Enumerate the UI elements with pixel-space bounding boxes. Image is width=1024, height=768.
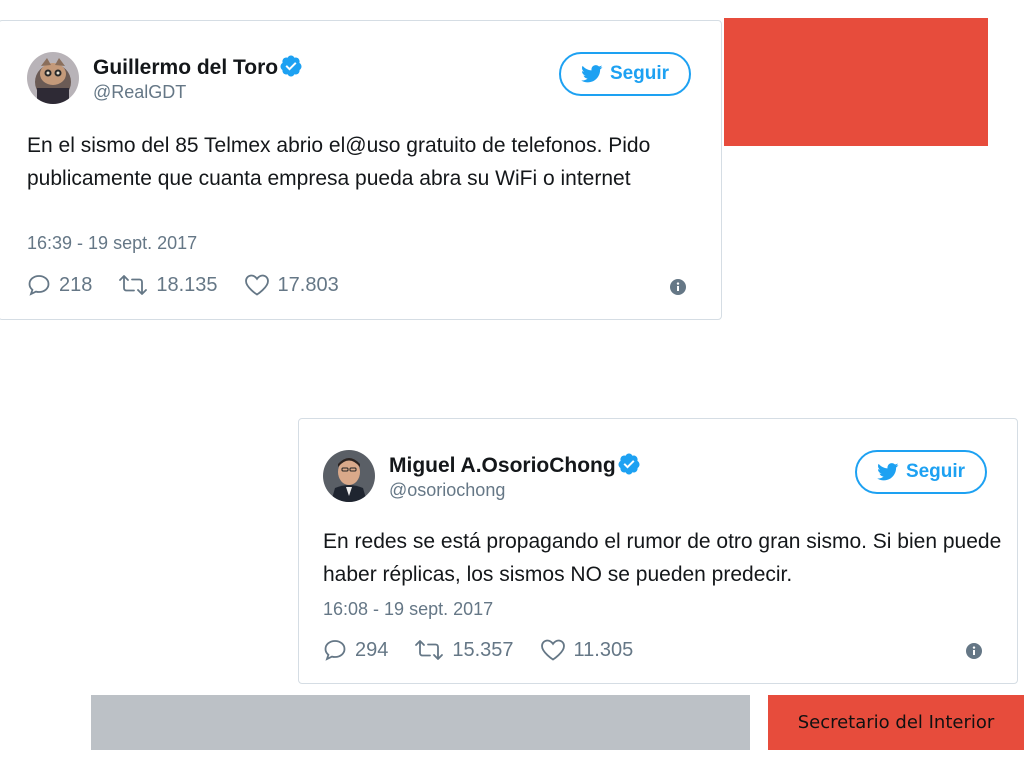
reply-icon bbox=[28, 275, 50, 296]
retweet-action[interactable]: 18.135 bbox=[118, 273, 218, 297]
info-icon[interactable] bbox=[670, 279, 686, 295]
like-count: 11.305 bbox=[573, 638, 634, 661]
reply-count: 218 bbox=[59, 273, 93, 296]
tweet-author: Miguel A.OsorioChong @osoriochong bbox=[389, 453, 641, 501]
tweet-actions: 294 15.357 11.305 bbox=[323, 638, 659, 662]
author-display-name[interactable]: Miguel A.OsorioChong bbox=[389, 454, 616, 478]
author-handle[interactable]: @RealGDT bbox=[93, 82, 303, 103]
info-icon[interactable] bbox=[966, 643, 982, 659]
follow-button[interactable]: Seguir bbox=[855, 450, 987, 494]
like-action[interactable]: 17.803 bbox=[244, 273, 339, 297]
tweet-text: En el sismo del 85 Telmex abrio el@uso g… bbox=[27, 134, 651, 190]
verified-badge-icon bbox=[618, 453, 640, 475]
retweet-count: 15.357 bbox=[452, 638, 514, 661]
retweet-action[interactable]: 15.357 bbox=[414, 638, 514, 662]
follow-label: Seguir bbox=[609, 63, 670, 84]
verified-badge-icon bbox=[280, 55, 302, 77]
tweet-timestamp[interactable]: 16:39 - 19 sept. 2017 bbox=[27, 233, 197, 254]
caption-text: Secretario del Interior bbox=[797, 712, 995, 733]
tweet-card-osoriochong: Miguel A.OsorioChong @osoriochong Seguir… bbox=[298, 418, 1018, 684]
twitter-bird-icon bbox=[877, 463, 899, 481]
avatar[interactable] bbox=[27, 52, 79, 104]
reply-icon bbox=[324, 640, 346, 661]
retweet-count: 18.135 bbox=[156, 273, 218, 296]
author-handle[interactable]: @osoriochong bbox=[389, 480, 641, 501]
like-action[interactable]: 11.305 bbox=[540, 638, 634, 662]
like-count: 17.803 bbox=[277, 273, 339, 296]
reply-action[interactable]: 218 bbox=[27, 273, 92, 297]
heart-icon bbox=[540, 639, 565, 661]
gray-caption-bar bbox=[91, 695, 750, 750]
tweet-actions: 218 18.135 17.803 bbox=[27, 273, 365, 297]
twitter-bird-icon bbox=[581, 65, 603, 83]
tweet-text: En redes se está propagando el rumor de … bbox=[323, 530, 1002, 586]
red-decorative-box bbox=[724, 18, 988, 146]
tweet-card-guillermo: Guillermo del Toro @RealGDT Seguir En el… bbox=[0, 20, 722, 320]
follow-label: Seguir bbox=[905, 461, 966, 482]
heart-icon bbox=[244, 274, 269, 296]
retweet-icon bbox=[119, 275, 148, 295]
reply-action[interactable]: 294 bbox=[323, 638, 388, 662]
tweet-timestamp[interactable]: 16:08 - 19 sept. 2017 bbox=[323, 599, 493, 620]
retweet-icon bbox=[415, 640, 444, 660]
reply-count: 294 bbox=[355, 638, 389, 661]
author-display-name[interactable]: Guillermo del Toro bbox=[93, 56, 278, 80]
avatar[interactable] bbox=[323, 450, 375, 502]
red-caption-box: Secretario del Interior bbox=[768, 695, 1024, 750]
tweet-author: Guillermo del Toro @RealGDT bbox=[93, 55, 303, 103]
follow-button[interactable]: Seguir bbox=[559, 52, 691, 96]
